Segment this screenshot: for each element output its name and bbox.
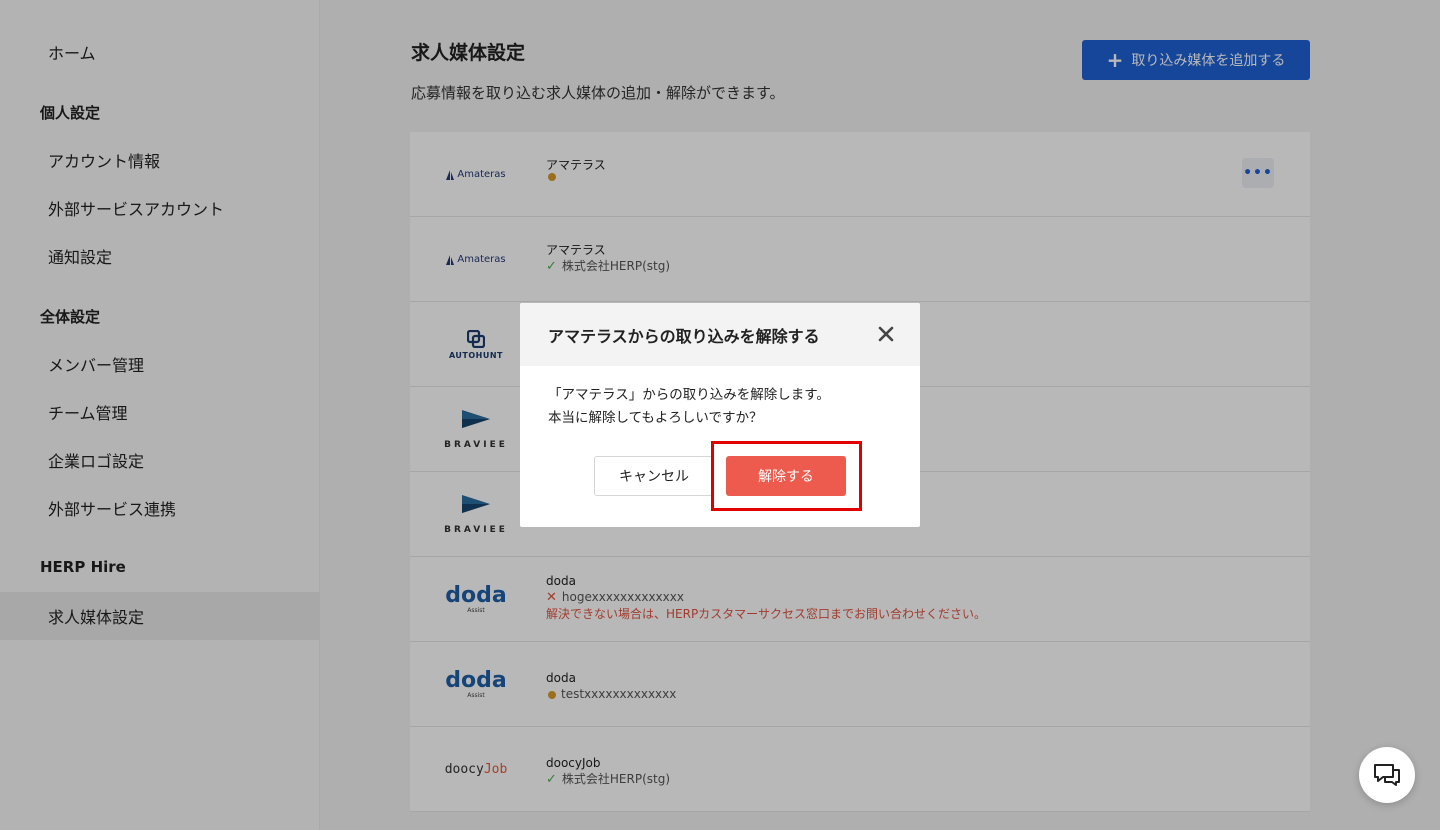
dialog-body: 「アマテラス」からの取り込みを解除します。 本当に解除してもよろしいですか？ bbox=[520, 366, 920, 430]
dialog-title: アマテラスからの取り込みを解除する bbox=[548, 326, 820, 346]
close-icon[interactable] bbox=[876, 324, 896, 344]
dialog-message-line2: 本当に解除してもよろしいですか？ bbox=[548, 410, 763, 426]
highlight-box bbox=[711, 441, 862, 511]
cancel-button[interactable]: キャンセル bbox=[594, 456, 714, 496]
dialog-message-line1: 「アマテラス」からの取り込みを解除します。 bbox=[548, 387, 830, 403]
dialog-header: アマテラスからの取り込みを解除する bbox=[520, 303, 920, 366]
chat-bubbles-icon bbox=[1374, 764, 1400, 786]
chat-button[interactable] bbox=[1359, 747, 1415, 803]
